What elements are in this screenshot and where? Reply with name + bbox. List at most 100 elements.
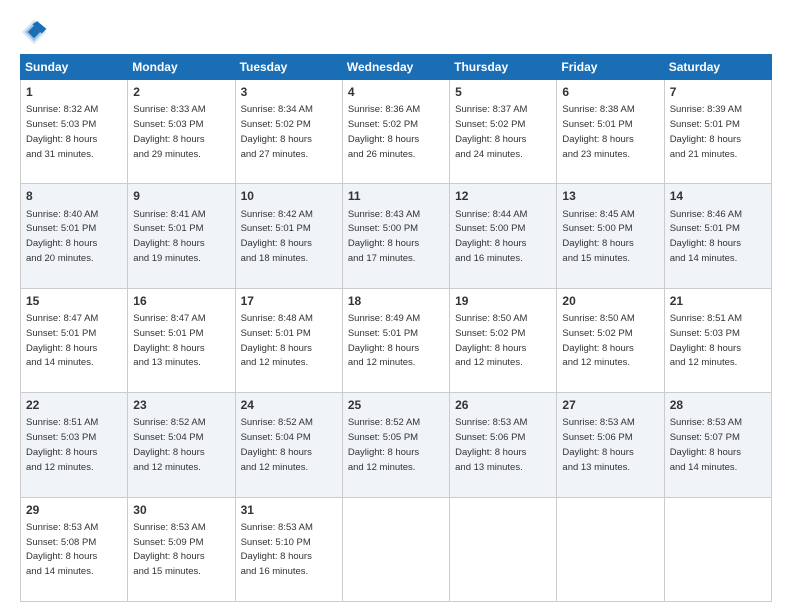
day-number: 11 (348, 188, 444, 204)
calendar-cell: 4 Sunrise: 8:36 AMSunset: 5:02 PMDayligh… (342, 80, 449, 184)
day-detail: Sunrise: 8:50 AMSunset: 5:02 PMDaylight:… (562, 313, 634, 368)
calendar-cell: 5 Sunrise: 8:37 AMSunset: 5:02 PMDayligh… (450, 80, 557, 184)
day-number: 21 (670, 293, 766, 309)
day-number: 13 (562, 188, 658, 204)
day-detail: Sunrise: 8:32 AMSunset: 5:03 PMDaylight:… (26, 104, 98, 159)
calendar-cell: 26 Sunrise: 8:53 AMSunset: 5:06 PMDaylig… (450, 393, 557, 497)
day-detail: Sunrise: 8:53 AMSunset: 5:08 PMDaylight:… (26, 522, 98, 577)
day-number: 4 (348, 84, 444, 100)
day-number: 15 (26, 293, 122, 309)
day-detail: Sunrise: 8:34 AMSunset: 5:02 PMDaylight:… (241, 104, 313, 159)
page: Sunday Monday Tuesday Wednesday Thursday… (0, 0, 792, 612)
calendar-cell: 29 Sunrise: 8:53 AMSunset: 5:08 PMDaylig… (21, 497, 128, 601)
day-number: 25 (348, 397, 444, 413)
calendar-cell (557, 497, 664, 601)
day-number: 24 (241, 397, 337, 413)
day-number: 3 (241, 84, 337, 100)
calendar-cell: 14 Sunrise: 8:46 AMSunset: 5:01 PMDaylig… (664, 184, 771, 288)
day-detail: Sunrise: 8:49 AMSunset: 5:01 PMDaylight:… (348, 313, 420, 368)
day-number: 1 (26, 84, 122, 100)
calendar-cell: 31 Sunrise: 8:53 AMSunset: 5:10 PMDaylig… (235, 497, 342, 601)
calendar-cell: 13 Sunrise: 8:45 AMSunset: 5:00 PMDaylig… (557, 184, 664, 288)
th-saturday: Saturday (664, 55, 771, 80)
day-number: 9 (133, 188, 229, 204)
day-detail: Sunrise: 8:43 AMSunset: 5:00 PMDaylight:… (348, 209, 420, 264)
calendar-week-row: 15 Sunrise: 8:47 AMSunset: 5:01 PMDaylig… (21, 288, 772, 392)
calendar-cell: 16 Sunrise: 8:47 AMSunset: 5:01 PMDaylig… (128, 288, 235, 392)
calendar-cell: 11 Sunrise: 8:43 AMSunset: 5:00 PMDaylig… (342, 184, 449, 288)
day-detail: Sunrise: 8:37 AMSunset: 5:02 PMDaylight:… (455, 104, 527, 159)
calendar-week-row: 29 Sunrise: 8:53 AMSunset: 5:08 PMDaylig… (21, 497, 772, 601)
day-detail: Sunrise: 8:41 AMSunset: 5:01 PMDaylight:… (133, 209, 205, 264)
day-number: 20 (562, 293, 658, 309)
day-detail: Sunrise: 8:33 AMSunset: 5:03 PMDaylight:… (133, 104, 205, 159)
calendar-cell: 1 Sunrise: 8:32 AMSunset: 5:03 PMDayligh… (21, 80, 128, 184)
calendar-cell: 25 Sunrise: 8:52 AMSunset: 5:05 PMDaylig… (342, 393, 449, 497)
day-detail: Sunrise: 8:48 AMSunset: 5:01 PMDaylight:… (241, 313, 313, 368)
day-detail: Sunrise: 8:53 AMSunset: 5:09 PMDaylight:… (133, 522, 205, 577)
calendar-cell: 17 Sunrise: 8:48 AMSunset: 5:01 PMDaylig… (235, 288, 342, 392)
calendar-cell: 8 Sunrise: 8:40 AMSunset: 5:01 PMDayligh… (21, 184, 128, 288)
calendar-week-row: 8 Sunrise: 8:40 AMSunset: 5:01 PMDayligh… (21, 184, 772, 288)
day-detail: Sunrise: 8:47 AMSunset: 5:01 PMDaylight:… (26, 313, 98, 368)
calendar-cell (342, 497, 449, 601)
calendar-cell: 6 Sunrise: 8:38 AMSunset: 5:01 PMDayligh… (557, 80, 664, 184)
day-detail: Sunrise: 8:40 AMSunset: 5:01 PMDaylight:… (26, 209, 98, 264)
calendar-week-row: 1 Sunrise: 8:32 AMSunset: 5:03 PMDayligh… (21, 80, 772, 184)
logo (20, 18, 52, 46)
day-detail: Sunrise: 8:51 AMSunset: 5:03 PMDaylight:… (26, 417, 98, 472)
day-number: 19 (455, 293, 551, 309)
day-detail: Sunrise: 8:50 AMSunset: 5:02 PMDaylight:… (455, 313, 527, 368)
day-number: 23 (133, 397, 229, 413)
day-detail: Sunrise: 8:53 AMSunset: 5:07 PMDaylight:… (670, 417, 742, 472)
day-number: 30 (133, 502, 229, 518)
calendar-cell: 23 Sunrise: 8:52 AMSunset: 5:04 PMDaylig… (128, 393, 235, 497)
day-number: 29 (26, 502, 122, 518)
day-detail: Sunrise: 8:51 AMSunset: 5:03 PMDaylight:… (670, 313, 742, 368)
day-detail: Sunrise: 8:53 AMSunset: 5:10 PMDaylight:… (241, 522, 313, 577)
day-detail: Sunrise: 8:44 AMSunset: 5:00 PMDaylight:… (455, 209, 527, 264)
day-detail: Sunrise: 8:38 AMSunset: 5:01 PMDaylight:… (562, 104, 634, 159)
calendar-cell: 22 Sunrise: 8:51 AMSunset: 5:03 PMDaylig… (21, 393, 128, 497)
day-number: 12 (455, 188, 551, 204)
th-friday: Friday (557, 55, 664, 80)
day-number: 18 (348, 293, 444, 309)
calendar-cell: 9 Sunrise: 8:41 AMSunset: 5:01 PMDayligh… (128, 184, 235, 288)
calendar-table: Sunday Monday Tuesday Wednesday Thursday… (20, 54, 772, 602)
calendar-cell: 18 Sunrise: 8:49 AMSunset: 5:01 PMDaylig… (342, 288, 449, 392)
logo-icon (20, 18, 48, 46)
day-detail: Sunrise: 8:46 AMSunset: 5:01 PMDaylight:… (670, 209, 742, 264)
calendar-cell: 12 Sunrise: 8:44 AMSunset: 5:00 PMDaylig… (450, 184, 557, 288)
calendar-cell: 20 Sunrise: 8:50 AMSunset: 5:02 PMDaylig… (557, 288, 664, 392)
calendar-cell: 19 Sunrise: 8:50 AMSunset: 5:02 PMDaylig… (450, 288, 557, 392)
calendar-week-row: 22 Sunrise: 8:51 AMSunset: 5:03 PMDaylig… (21, 393, 772, 497)
calendar-header-row: Sunday Monday Tuesday Wednesday Thursday… (21, 55, 772, 80)
day-detail: Sunrise: 8:47 AMSunset: 5:01 PMDaylight:… (133, 313, 205, 368)
day-number: 22 (26, 397, 122, 413)
day-detail: Sunrise: 8:52 AMSunset: 5:04 PMDaylight:… (241, 417, 313, 472)
th-sunday: Sunday (21, 55, 128, 80)
th-wednesday: Wednesday (342, 55, 449, 80)
th-thursday: Thursday (450, 55, 557, 80)
day-detail: Sunrise: 8:52 AMSunset: 5:04 PMDaylight:… (133, 417, 205, 472)
calendar-cell: 2 Sunrise: 8:33 AMSunset: 5:03 PMDayligh… (128, 80, 235, 184)
day-number: 27 (562, 397, 658, 413)
calendar-cell: 15 Sunrise: 8:47 AMSunset: 5:01 PMDaylig… (21, 288, 128, 392)
day-number: 14 (670, 188, 766, 204)
day-detail: Sunrise: 8:53 AMSunset: 5:06 PMDaylight:… (562, 417, 634, 472)
calendar-cell: 27 Sunrise: 8:53 AMSunset: 5:06 PMDaylig… (557, 393, 664, 497)
day-number: 6 (562, 84, 658, 100)
day-number: 17 (241, 293, 337, 309)
day-number: 5 (455, 84, 551, 100)
th-tuesday: Tuesday (235, 55, 342, 80)
calendar-cell: 30 Sunrise: 8:53 AMSunset: 5:09 PMDaylig… (128, 497, 235, 601)
day-number: 28 (670, 397, 766, 413)
calendar-cell: 21 Sunrise: 8:51 AMSunset: 5:03 PMDaylig… (664, 288, 771, 392)
day-number: 31 (241, 502, 337, 518)
day-number: 8 (26, 188, 122, 204)
day-detail: Sunrise: 8:45 AMSunset: 5:00 PMDaylight:… (562, 209, 634, 264)
day-number: 7 (670, 84, 766, 100)
day-number: 2 (133, 84, 229, 100)
calendar-cell: 28 Sunrise: 8:53 AMSunset: 5:07 PMDaylig… (664, 393, 771, 497)
day-number: 16 (133, 293, 229, 309)
